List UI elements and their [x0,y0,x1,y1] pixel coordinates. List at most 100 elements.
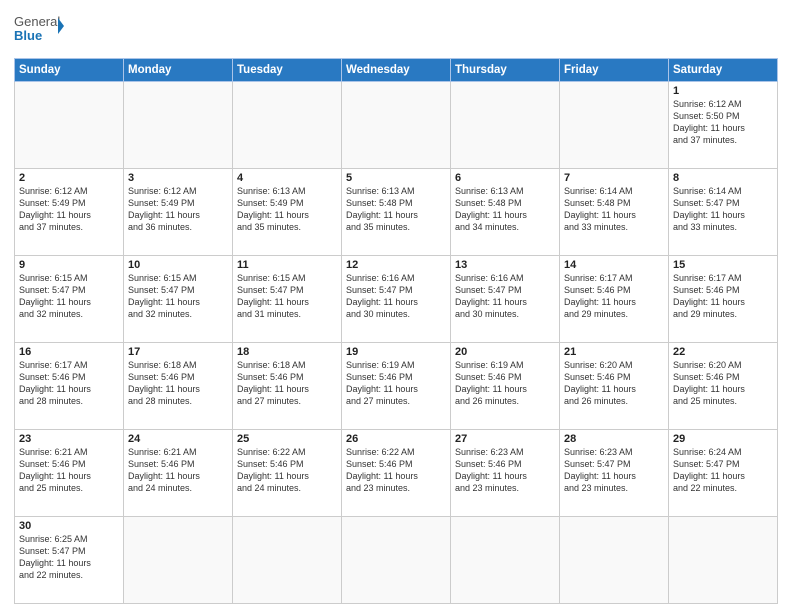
week-row-3: 9Sunrise: 6:15 AM Sunset: 5:47 PM Daylig… [15,256,778,343]
day-number: 27 [455,433,555,445]
calendar-cell: 16Sunrise: 6:17 AM Sunset: 5:46 PM Dayli… [15,343,124,430]
calendar-cell [342,82,451,169]
day-info: Sunrise: 6:13 AM Sunset: 5:49 PM Dayligh… [237,185,337,234]
logo-svg: General Blue [14,10,64,52]
day-info: Sunrise: 6:13 AM Sunset: 5:48 PM Dayligh… [455,185,555,234]
day-info: Sunrise: 6:15 AM Sunset: 5:47 PM Dayligh… [128,272,228,321]
calendar-cell: 20Sunrise: 6:19 AM Sunset: 5:46 PM Dayli… [451,343,560,430]
day-info: Sunrise: 6:22 AM Sunset: 5:46 PM Dayligh… [346,446,446,495]
calendar-cell: 4Sunrise: 6:13 AM Sunset: 5:49 PM Daylig… [233,169,342,256]
calendar-cell: 2Sunrise: 6:12 AM Sunset: 5:49 PM Daylig… [15,169,124,256]
day-number: 15 [673,259,773,271]
day-number: 2 [19,172,119,184]
calendar-cell [342,517,451,604]
svg-text:Blue: Blue [14,28,42,43]
day-info: Sunrise: 6:12 AM Sunset: 5:49 PM Dayligh… [128,185,228,234]
day-number: 10 [128,259,228,271]
calendar-cell: 11Sunrise: 6:15 AM Sunset: 5:47 PM Dayli… [233,256,342,343]
week-row-2: 2Sunrise: 6:12 AM Sunset: 5:49 PM Daylig… [15,169,778,256]
calendar-cell: 19Sunrise: 6:19 AM Sunset: 5:46 PM Dayli… [342,343,451,430]
calendar-cell: 29Sunrise: 6:24 AM Sunset: 5:47 PM Dayli… [669,430,778,517]
day-info: Sunrise: 6:13 AM Sunset: 5:48 PM Dayligh… [346,185,446,234]
calendar-cell: 30Sunrise: 6:25 AM Sunset: 5:47 PM Dayli… [15,517,124,604]
day-info: Sunrise: 6:20 AM Sunset: 5:46 PM Dayligh… [673,359,773,408]
calendar-cell [15,82,124,169]
calendar-cell: 8Sunrise: 6:14 AM Sunset: 5:47 PM Daylig… [669,169,778,256]
calendar-cell: 3Sunrise: 6:12 AM Sunset: 5:49 PM Daylig… [124,169,233,256]
weekday-header-monday: Monday [124,59,233,82]
calendar-cell: 10Sunrise: 6:15 AM Sunset: 5:47 PM Dayli… [124,256,233,343]
day-number: 6 [455,172,555,184]
svg-text:General: General [14,14,60,29]
day-info: Sunrise: 6:21 AM Sunset: 5:46 PM Dayligh… [19,446,119,495]
weekday-header-wednesday: Wednesday [342,59,451,82]
weekday-header-friday: Friday [560,59,669,82]
day-info: Sunrise: 6:17 AM Sunset: 5:46 PM Dayligh… [673,272,773,321]
calendar-cell: 9Sunrise: 6:15 AM Sunset: 5:47 PM Daylig… [15,256,124,343]
day-number: 17 [128,346,228,358]
calendar-cell: 12Sunrise: 6:16 AM Sunset: 5:47 PM Dayli… [342,256,451,343]
calendar-cell: 5Sunrise: 6:13 AM Sunset: 5:48 PM Daylig… [342,169,451,256]
day-info: Sunrise: 6:14 AM Sunset: 5:48 PM Dayligh… [564,185,664,234]
weekday-header-thursday: Thursday [451,59,560,82]
calendar-cell [233,82,342,169]
day-number: 24 [128,433,228,445]
day-number: 30 [19,520,119,532]
day-number: 8 [673,172,773,184]
calendar-cell: 28Sunrise: 6:23 AM Sunset: 5:47 PM Dayli… [560,430,669,517]
calendar-cell: 23Sunrise: 6:21 AM Sunset: 5:46 PM Dayli… [15,430,124,517]
day-info: Sunrise: 6:24 AM Sunset: 5:47 PM Dayligh… [673,446,773,495]
day-number: 20 [455,346,555,358]
day-number: 16 [19,346,119,358]
calendar-cell [451,517,560,604]
day-number: 9 [19,259,119,271]
calendar-cell: 15Sunrise: 6:17 AM Sunset: 5:46 PM Dayli… [669,256,778,343]
day-info: Sunrise: 6:12 AM Sunset: 5:49 PM Dayligh… [19,185,119,234]
day-number: 7 [564,172,664,184]
weekday-header-sunday: Sunday [15,59,124,82]
calendar-cell: 14Sunrise: 6:17 AM Sunset: 5:46 PM Dayli… [560,256,669,343]
day-number: 3 [128,172,228,184]
calendar-cell: 7Sunrise: 6:14 AM Sunset: 5:48 PM Daylig… [560,169,669,256]
calendar-cell: 17Sunrise: 6:18 AM Sunset: 5:46 PM Dayli… [124,343,233,430]
day-number: 13 [455,259,555,271]
day-number: 4 [237,172,337,184]
day-info: Sunrise: 6:22 AM Sunset: 5:46 PM Dayligh… [237,446,337,495]
weekday-header-saturday: Saturday [669,59,778,82]
day-number: 12 [346,259,446,271]
day-info: Sunrise: 6:14 AM Sunset: 5:47 PM Dayligh… [673,185,773,234]
calendar-cell: 26Sunrise: 6:22 AM Sunset: 5:46 PM Dayli… [342,430,451,517]
day-number: 29 [673,433,773,445]
week-row-4: 16Sunrise: 6:17 AM Sunset: 5:46 PM Dayli… [15,343,778,430]
day-info: Sunrise: 6:23 AM Sunset: 5:46 PM Dayligh… [455,446,555,495]
day-info: Sunrise: 6:15 AM Sunset: 5:47 PM Dayligh… [237,272,337,321]
day-info: Sunrise: 6:20 AM Sunset: 5:46 PM Dayligh… [564,359,664,408]
weekday-header-tuesday: Tuesday [233,59,342,82]
calendar-cell: 27Sunrise: 6:23 AM Sunset: 5:46 PM Dayli… [451,430,560,517]
week-row-1: 1Sunrise: 6:12 AM Sunset: 5:50 PM Daylig… [15,82,778,169]
day-info: Sunrise: 6:17 AM Sunset: 5:46 PM Dayligh… [19,359,119,408]
day-info: Sunrise: 6:21 AM Sunset: 5:46 PM Dayligh… [128,446,228,495]
day-info: Sunrise: 6:17 AM Sunset: 5:46 PM Dayligh… [564,272,664,321]
day-info: Sunrise: 6:25 AM Sunset: 5:47 PM Dayligh… [19,533,119,582]
weekday-header-row: SundayMondayTuesdayWednesdayThursdayFrid… [15,59,778,82]
day-info: Sunrise: 6:16 AM Sunset: 5:47 PM Dayligh… [346,272,446,321]
day-info: Sunrise: 6:18 AM Sunset: 5:46 PM Dayligh… [237,359,337,408]
day-info: Sunrise: 6:18 AM Sunset: 5:46 PM Dayligh… [128,359,228,408]
day-number: 5 [346,172,446,184]
calendar-cell [451,82,560,169]
calendar-cell: 1Sunrise: 6:12 AM Sunset: 5:50 PM Daylig… [669,82,778,169]
day-info: Sunrise: 6:15 AM Sunset: 5:47 PM Dayligh… [19,272,119,321]
calendar-cell: 22Sunrise: 6:20 AM Sunset: 5:46 PM Dayli… [669,343,778,430]
week-row-5: 23Sunrise: 6:21 AM Sunset: 5:46 PM Dayli… [15,430,778,517]
calendar-cell: 24Sunrise: 6:21 AM Sunset: 5:46 PM Dayli… [124,430,233,517]
day-number: 19 [346,346,446,358]
week-row-6: 30Sunrise: 6:25 AM Sunset: 5:47 PM Dayli… [15,517,778,604]
day-number: 14 [564,259,664,271]
calendar-cell [560,82,669,169]
calendar-cell [124,517,233,604]
calendar-cell: 6Sunrise: 6:13 AM Sunset: 5:48 PM Daylig… [451,169,560,256]
page-header: General Blue [14,10,778,52]
day-number: 1 [673,85,773,97]
calendar-table: SundayMondayTuesdayWednesdayThursdayFrid… [14,58,778,604]
